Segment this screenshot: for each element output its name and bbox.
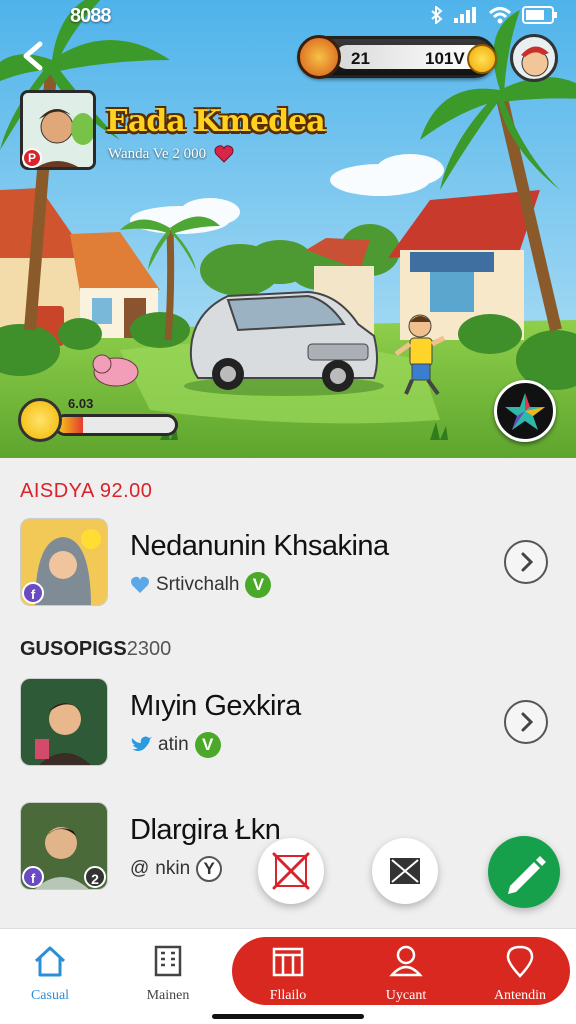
- friend-sub: @ nkin Y: [130, 856, 223, 882]
- friend-sub-text: atin: [158, 734, 189, 755]
- nav-label: Casual: [30, 988, 70, 1003]
- wifi-icon: [488, 7, 512, 24]
- score-left: 21: [351, 49, 370, 68]
- friend-sub: atin V: [130, 732, 221, 758]
- open-friend-button[interactable]: [504, 540, 548, 584]
- user-avatar[interactable]: [510, 34, 558, 82]
- map-pin-icon: [506, 945, 534, 978]
- twitter-bird-icon: [131, 736, 152, 751]
- nav-label: Fllailo: [269, 988, 307, 1003]
- user-icon: [389, 945, 423, 977]
- trophy-badge-icon: [297, 35, 341, 79]
- verified-check-icon: V: [245, 572, 272, 598]
- nav-item-antendin[interactable]: Antendin: [470, 943, 570, 1004]
- friend-name: Nedanunin Khsakina: [130, 530, 389, 562]
- energy-label: 6.03: [68, 396, 94, 411]
- section-title: AISDYA 92.00: [20, 480, 153, 502]
- star-icon: [505, 393, 545, 430]
- list-item[interactable]: Mıyin Gexkira atin V: [0, 678, 576, 778]
- friends-list: AISDYA 92.00 f Nedanunin Khsakina Srtivc…: [0, 458, 576, 928]
- friend-sub-text: Srtivchalh: [156, 574, 240, 595]
- heart-icon: [214, 145, 234, 163]
- game-scene: 8088 21 101V P Eada Kmedea Wanda Ve 2 00…: [0, 0, 576, 458]
- verified-check-icon: V: [194, 732, 221, 758]
- nav-item-casual[interactable]: Casual: [0, 943, 100, 1004]
- player-name: Eada Kmedea: [106, 104, 326, 139]
- nav-label: Antendin: [493, 988, 547, 1003]
- status-time: 8088: [70, 5, 111, 27]
- arrow-left-icon: [23, 41, 43, 71]
- status-icons: [430, 6, 558, 24]
- energy-bar: [54, 414, 178, 436]
- cross-icon: [272, 852, 310, 890]
- friend-sub: Srtivchalh V: [130, 572, 272, 598]
- home-indicator: [212, 1014, 364, 1019]
- remove-button[interactable]: [258, 838, 324, 904]
- at-icon: @: [130, 858, 150, 879]
- status-check-icon: Y: [196, 856, 223, 882]
- player-subtitle: Wanda Ve 2 000: [108, 146, 207, 162]
- heart-icon: [131, 576, 149, 593]
- close-box-icon: [390, 858, 420, 884]
- columns-icon: [272, 947, 304, 977]
- scoreboard: 21 101V: [297, 35, 497, 79]
- section-count: 2300: [126, 638, 172, 660]
- count-badge: 2: [84, 866, 106, 888]
- nav-item-fllailo[interactable]: Fllailo: [238, 943, 338, 1004]
- facebook-badge-icon: f: [22, 866, 44, 888]
- energy-meter: 6.03: [18, 396, 178, 444]
- battery-icon: [522, 6, 557, 24]
- friend-sub-text: nkin: [155, 858, 191, 879]
- section-title: GUSOPIGS2300: [20, 638, 171, 661]
- smiley-icon: [18, 398, 62, 442]
- star-button[interactable]: [494, 380, 556, 442]
- home-icon: [34, 946, 66, 977]
- nav-item-mainen[interactable]: Mainen: [118, 943, 218, 1004]
- friend-name: Mıyin Gexkira: [130, 690, 301, 722]
- section-title-text: GUSOPIGS: [20, 638, 127, 660]
- signal-icon: [454, 7, 476, 23]
- player-level-badge: P: [22, 148, 42, 168]
- building-icon: [154, 945, 182, 977]
- friend-avatar: [20, 678, 108, 766]
- edit-button[interactable]: [488, 836, 560, 908]
- chevron-right-icon: [521, 712, 534, 732]
- facebook-badge-icon: f: [22, 582, 44, 604]
- screen: { "status": { "time": "8088" }, "scorebo…: [0, 0, 576, 1024]
- chevron-right-icon: [521, 552, 534, 572]
- nav-label: Mainen: [146, 988, 190, 1003]
- close-box-button[interactable]: [372, 838, 438, 904]
- nav-item-uycant[interactable]: Uycant: [356, 943, 456, 1004]
- bluetooth-icon: [431, 6, 443, 24]
- back-button[interactable]: [18, 40, 50, 72]
- bottom-nav: Casual Mainen Fllailo Uycant Antendin: [0, 928, 576, 1024]
- score-right: 101V: [425, 49, 465, 68]
- coin-icon[interactable]: [467, 44, 497, 74]
- status-bar: 8088: [0, 0, 576, 34]
- pencil-icon: [508, 856, 546, 894]
- nav-label: Uycant: [385, 988, 427, 1003]
- friend-avatar-image: [21, 679, 107, 765]
- open-friend-button[interactable]: [504, 700, 548, 744]
- list-item[interactable]: f Nedanunin Khsakina Srtivchalh V: [0, 518, 576, 618]
